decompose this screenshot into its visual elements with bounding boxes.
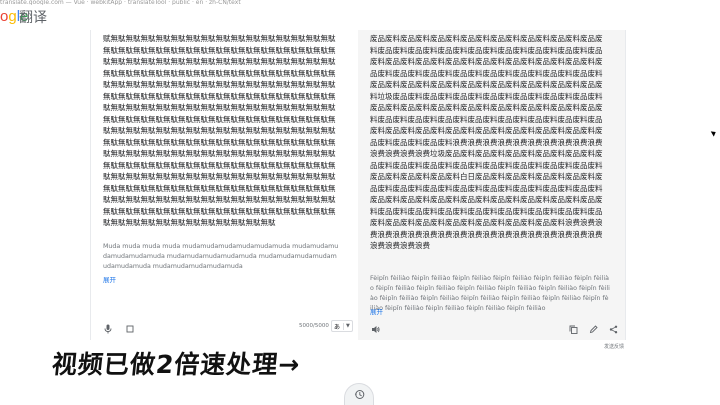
translation-output: 废品废料废品废料废品废料废品废料废品废料废品废料废品废料废品废料废品废料废品废料… <box>370 34 603 250</box>
source-panel: 赋無駄無駄無駄無駄無駄無駄無駄無駄無駄無駄無駄無駄無駄無駄無駄無駄無駄無駄無駄無… <box>90 30 358 340</box>
product-name: 翻译 <box>19 10 47 26</box>
address-bar[interactable]: translate.google.com — Vue · webkitApp ·… <box>0 0 600 5</box>
target-transliteration: Fèipǐn fèiliào fèipǐn fèiliào fèipǐn fèi… <box>370 275 610 312</box>
pencil-icon <box>589 324 598 333</box>
keyboard-icon <box>126 325 134 333</box>
send-feedback-link[interactable]: 发送反馈 <box>604 343 624 350</box>
source-expand-link[interactable]: 展开 <box>103 274 116 284</box>
speaker-icon <box>371 325 380 333</box>
video-caption-overlay: 视频已做2倍速处理→ <box>50 350 302 379</box>
history-icon <box>354 390 364 399</box>
ime-divider <box>343 323 344 330</box>
target-expand-link[interactable]: 展开 <box>370 306 383 316</box>
listen-button[interactable] <box>368 322 382 336</box>
share-button[interactable] <box>606 322 620 336</box>
character-count: 5000/5000 <box>299 323 329 329</box>
chevron-down-icon: ▼ <box>346 323 350 329</box>
microphone-button[interactable] <box>101 322 115 336</box>
source-textarea[interactable]: 赋無駄無駄無駄無駄無駄無駄無駄無駄無駄無駄無駄無駄無駄無駄無駄無駄無駄無駄無駄無… <box>103 33 339 233</box>
ime-label: あ <box>334 323 341 331</box>
browser-toolbar: translate.google.com — Vue · webkitApp ·… <box>0 0 720 5</box>
microphone-icon <box>104 324 112 334</box>
virtual-keyboard-button[interactable] <box>123 322 137 336</box>
app-header: ogle 翻译 <box>0 7 720 29</box>
history-button[interactable] <box>344 383 374 405</box>
input-method-selector[interactable]: あ ▼ <box>331 320 353 332</box>
target-panel: 废品废料废品废料废品废料废品废料废品废料废品废料废品废料废品废料废品废料废品废料… <box>358 30 626 340</box>
share-icon <box>609 325 617 333</box>
copy-button[interactable] <box>566 322 580 336</box>
edit-translation-button[interactable] <box>586 322 600 336</box>
copy-icon <box>569 325 577 334</box>
source-transliteration: Muda muda muda muda mudamudamudamudamuda… <box>103 243 339 270</box>
mouse-cursor <box>710 129 718 137</box>
